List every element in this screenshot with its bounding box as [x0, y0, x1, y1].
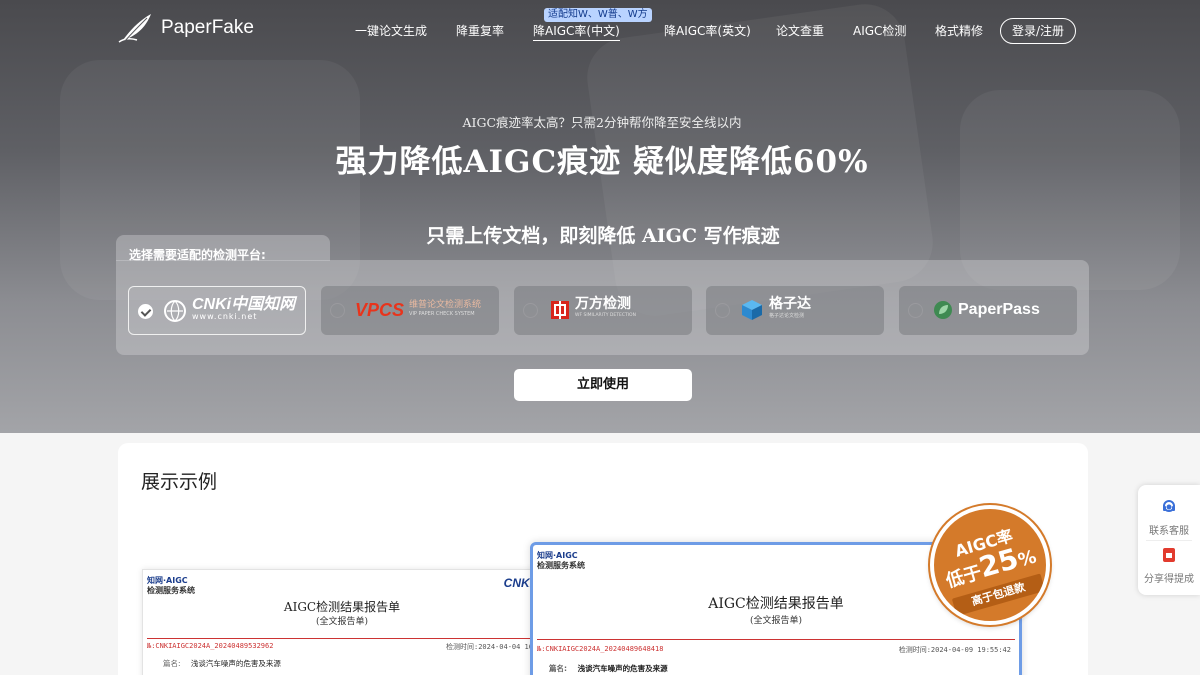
report-time: 检测时间:2024-04-04 16 [445, 643, 533, 651]
side-divider [1146, 540, 1192, 541]
quill-icon [118, 14, 151, 43]
brand-logo[interactable]: PaperFake [117, 12, 254, 44]
login-register-button[interactable]: 登录/注册 [1000, 18, 1076, 44]
nav-item-aigc-detect[interactable]: AIGC检测 [853, 22, 906, 39]
report-brand-name: 知网·AIGC [147, 576, 188, 585]
report-brand-sub: 检测服务系统 [537, 561, 585, 570]
nav-item-reduce-aigc-en[interactable]: 降AIGC率(英文) [664, 22, 751, 39]
nav-item-plagiarism-check[interactable]: 论文查重 [776, 22, 824, 39]
report-number: №:CNKIAIGC2024A_20240489532962 [147, 642, 274, 650]
report-field-key: 篇名: [549, 664, 567, 673]
badge-line2-prefix: 低于 [943, 562, 985, 593]
gift-icon [1163, 548, 1175, 562]
report-brand: 知网·AIGC 检测服务系统 [537, 551, 585, 571]
contact-service-button[interactable]: 联系客服 [1138, 499, 1200, 537]
nav-item-reduce-aigc-zh[interactable]: 降AIGC率(中文) [533, 22, 620, 41]
paperpass-logo-text: PaperPass [958, 301, 1040, 318]
start-use-button[interactable]: 立即使用 [514, 369, 692, 401]
report-number: №:CNKIAIGC2024A_20240489648418 [537, 645, 664, 653]
report-subtitle: (全文报告单) [315, 617, 369, 627]
wanfang-mark-icon [551, 301, 569, 319]
paperpass-logo: PaperPass [933, 295, 1040, 325]
report-field-value: 浅谈汽车噪声的危害及来源 [577, 664, 668, 673]
hero-headline: 强力降低AIGC痕迹 疑似度降低60% [335, 144, 869, 180]
report-divider [147, 638, 537, 639]
cnki-logo-text: CNKi中国知网 [192, 296, 296, 313]
report-divider [537, 639, 1015, 640]
gezida-cube-icon [742, 300, 762, 320]
floating-side-panel: 联系客服 分享得提成 [1138, 485, 1200, 595]
report-field-key: 篇名: [163, 659, 181, 668]
wanfang-logo-sub: WF SIMILARITY DETECTION [575, 313, 636, 318]
nav-item-format-polish[interactable]: 格式精修 [935, 22, 983, 39]
showcase-title: 展示示例 [141, 471, 218, 493]
radio-unchecked-icon[interactable] [523, 303, 538, 318]
nav-active-tip: 适配知W、W普、W方 [544, 8, 652, 22]
vpcs-logo-text: VPCS [355, 299, 405, 320]
gezida-logo: 格子达 格子达论文检测 [740, 295, 811, 325]
report-brand-name: 知网·AIGC [537, 551, 578, 560]
top-nav: PaperFake 适配知W、W普、W方 一键论文生成 降重复率 降AIGC率(… [0, 0, 1200, 60]
platform-option-cnki[interactable]: CNKi中国知网 www.cnki.net [128, 286, 306, 335]
gezida-logo-text: 格子达 [769, 296, 811, 312]
wanfang-logo-text: 万方检测 [575, 296, 631, 312]
radio-unchecked-icon[interactable] [908, 303, 923, 318]
radio-checked-icon[interactable] [138, 304, 153, 319]
report-field: 篇名: 浅谈汽车噪声的危害及来源 [549, 663, 668, 674]
report-time: 检测时间:2024-04-09 19:55:42 [898, 646, 1011, 654]
paperpass-leaf-icon [934, 301, 952, 319]
wanfang-logo: 万方检测 WF SIMILARITY DETECTION [550, 295, 636, 325]
share-commission-label: 分享得提成 [1144, 574, 1194, 585]
nav-item-paper-generate[interactable]: 一键论文生成 [355, 22, 427, 39]
report-field: 篇名: 浅谈汽车噪声的危害及来源 [163, 658, 281, 669]
cnki-logo: CNKi中国知网 www.cnki.net [163, 296, 295, 326]
report-field-value: 浅谈汽车噪声的危害及来源 [190, 659, 281, 668]
platform-panel-label: 选择需要适配的检测平台: [129, 248, 266, 262]
aigc-guarantee-badge: AIGC率 低于25% 高于包退款 [930, 505, 1050, 625]
radio-unchecked-icon[interactable] [330, 303, 345, 318]
hero-subtitle: AIGC痕迹率太高？只需2分钟帮你降至安全线以内 [462, 115, 742, 130]
report-sample-left[interactable]: 知网·AIGC 检测服务系统 CNKi AIGC检测结果报告单 (全文报告单) … [142, 569, 542, 675]
vpcs-logo: VPCS 维普论文检测系统 VIP PAPER CHECK SYSTEM [355, 295, 481, 325]
report-cnki-logo: CNKi [503, 576, 533, 590]
radio-unchecked-icon[interactable] [715, 303, 730, 318]
badge-line2-unit: % [1015, 546, 1039, 572]
platform-option-wanfang[interactable]: 万方检测 WF SIMILARITY DETECTION [514, 286, 692, 335]
cnki-globe-icon [164, 300, 186, 322]
platform-option-gezida[interactable]: 格子达 格子达论文检测 [706, 286, 884, 335]
platform-option-paperpass[interactable]: PaperPass [899, 286, 1077, 335]
report-title: AIGC检测结果报告单 [283, 600, 401, 614]
badge-content: AIGC率 低于25% 高于包退款 [934, 509, 1046, 621]
vpcs-logo-sub-en: VIP PAPER CHECK SYSTEM [409, 311, 475, 317]
contact-service-label: 联系客服 [1149, 526, 1189, 537]
brand-name: PaperFake [161, 17, 254, 38]
vpcs-logo-sub: 维普论文检测系统 [409, 300, 482, 310]
report-brand-sub: 检测服务系统 [147, 586, 195, 595]
share-commission-button[interactable]: 分享得提成 [1138, 547, 1200, 585]
platform-option-vpcs[interactable]: VPCS 维普论文检测系统 VIP PAPER CHECK SYSTEM [321, 286, 499, 335]
nav-item-reduce-duplicate[interactable]: 降重复率 [456, 22, 504, 39]
report-brand: 知网·AIGC 检测服务系统 [147, 576, 195, 596]
headset-icon [1163, 500, 1175, 512]
